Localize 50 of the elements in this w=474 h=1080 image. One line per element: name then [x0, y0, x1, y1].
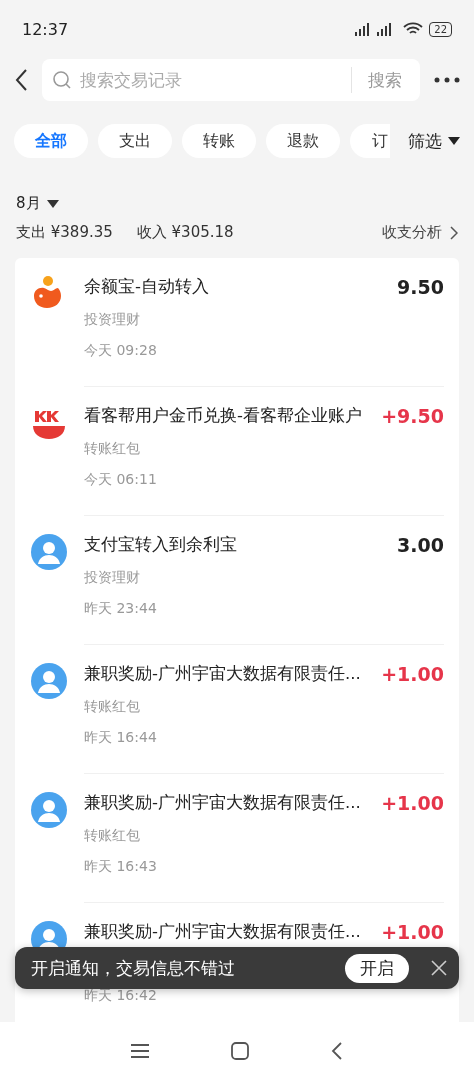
filter-tab[interactable]: 全部: [14, 124, 88, 158]
transaction-amount: +1.00: [381, 663, 444, 685]
transaction-category: 转账红包: [84, 827, 141, 845]
transaction-title[interactable]: 兼职奖励-广州宇宙大数据有限责任...: [84, 792, 361, 814]
caret-icon: [448, 137, 460, 145]
back-icon[interactable]: [14, 68, 28, 92]
transaction-time: 昨天 16:42: [84, 987, 158, 1005]
avatar-icon: [31, 663, 67, 699]
chevron-right-icon: [450, 225, 458, 240]
transaction-amount: +1.00: [381, 792, 444, 814]
income-total: 收入 ¥305.18: [136, 223, 234, 242]
filter-tab[interactable]: 支出: [98, 124, 172, 158]
transaction-amount: 3.00: [397, 534, 444, 556]
transaction-time: 昨天 16:43: [84, 858, 158, 876]
transaction-time: 昨天 23:44: [84, 600, 158, 618]
month-selector[interactable]: 8月: [16, 194, 59, 213]
transaction-title[interactable]: 支付宝转入到余利宝: [84, 534, 237, 556]
back-icon[interactable]: [331, 1042, 343, 1060]
more-icon[interactable]: [434, 77, 460, 83]
expense-total: 支出 ¥389.35: [16, 223, 113, 242]
transaction-title[interactable]: 余额宝-自动转入: [84, 276, 209, 298]
transaction-category: 投资理财: [84, 569, 141, 587]
filter-tab[interactable]: 订: [350, 124, 390, 158]
filter-tab[interactable]: 转账: [182, 124, 256, 158]
avatar-icon: [31, 534, 67, 570]
transaction-amount: 9.50: [397, 276, 444, 298]
wifi-icon: [403, 22, 424, 36]
transaction-title[interactable]: 看客帮用户金币兑换-看客帮企业账户: [84, 405, 362, 427]
transaction-time: 今天 06:11: [84, 471, 158, 489]
close-icon[interactable]: [431, 960, 447, 976]
search-icon: [52, 70, 72, 90]
transaction-category: 转账红包: [84, 440, 141, 458]
home-icon[interactable]: [231, 1042, 249, 1060]
enable-button[interactable]: 开启: [345, 953, 409, 983]
avatar-icon: [31, 792, 67, 828]
transaction-title[interactable]: 兼职奖励-广州宇宙大数据有限责任...: [84, 663, 361, 685]
toast-message: 开启通知，交易信息不错过: [31, 956, 236, 980]
status-time: 12:37: [22, 19, 69, 39]
transaction-title[interactable]: 兼职奖励-广州宇宙大数据有限责任...: [84, 921, 361, 943]
battery-level: 22: [429, 21, 452, 37]
transaction-time: 昨天 16:44: [84, 729, 158, 747]
transaction-amount: +9.50: [381, 405, 444, 427]
transaction-category: 投资理财: [84, 311, 141, 329]
transaction-category: 转账红包: [84, 698, 141, 716]
menu-icon[interactable]: [131, 1043, 149, 1059]
analysis-link[interactable]: 收支分析: [382, 223, 458, 242]
filter-tab[interactable]: 退款: [266, 124, 340, 158]
caret-icon: [46, 199, 59, 208]
transaction-time: 今天 09:28: [84, 342, 158, 360]
transaction-amount: +1.00: [381, 921, 444, 943]
